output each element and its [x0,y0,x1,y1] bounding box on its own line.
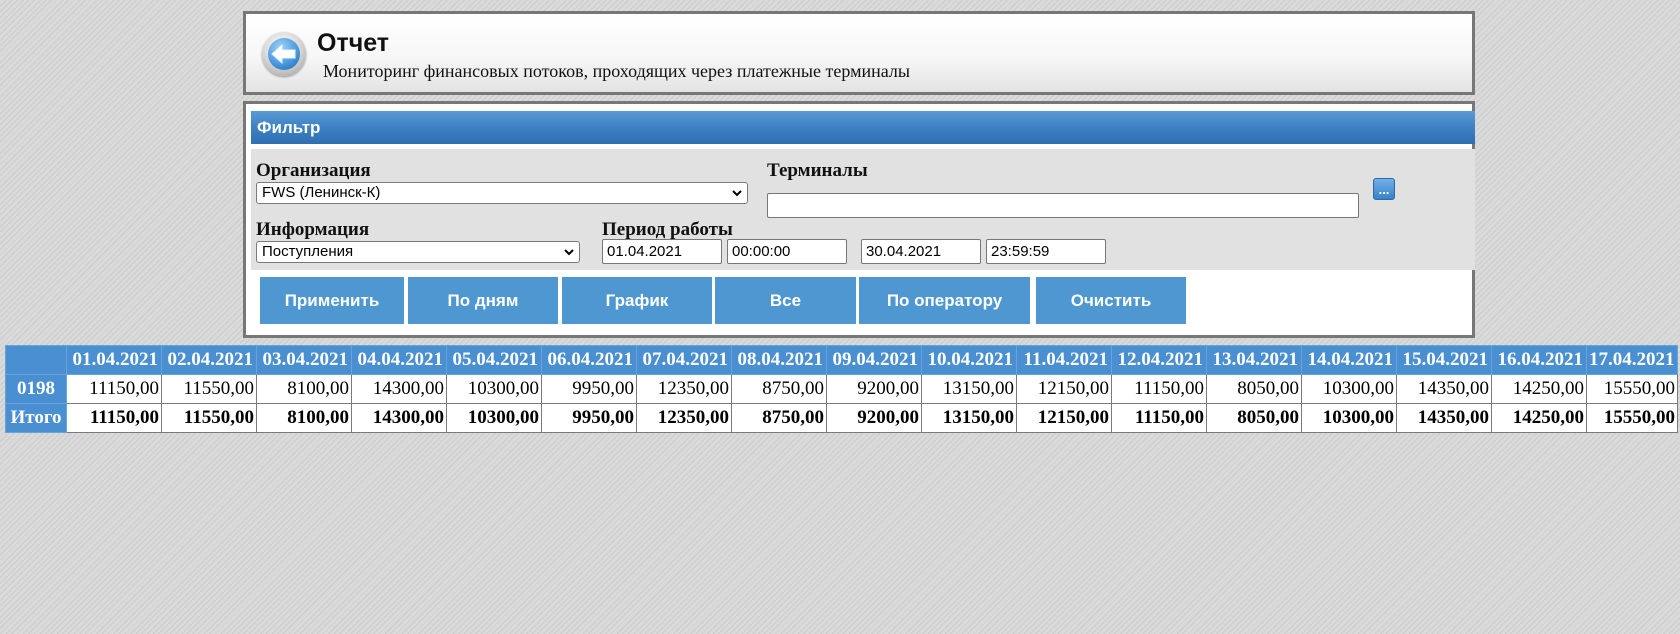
table-cell: 14350,00 [1396,403,1492,433]
organization-label: Организация [256,160,371,181]
apply-button[interactable]: Применить [260,277,404,324]
page-title: Отчет [317,29,390,57]
chevron-down-icon [564,249,574,256]
terminals-input[interactable] [767,193,1359,218]
row-label: 0198 [5,374,67,404]
clear-button[interactable]: Очистить [1036,277,1186,324]
table-cell: 11550,00 [161,403,257,433]
arrow-left-icon [271,43,296,65]
column-header: 11.04.2021 [1016,345,1112,375]
back-arrow-icon[interactable] [262,32,306,76]
total-row: Итого 11150,00 11550,00 8100,00 14300,00… [5,403,1678,433]
table-cell: 8750,00 [731,374,827,404]
table-cell: 9950,00 [541,374,637,404]
organization-select[interactable]: FWS (Ленинск-К) [256,182,748,204]
table-cell: 8100,00 [256,403,352,433]
by-operator-button[interactable]: По оператору [859,277,1030,324]
organization-value: FWS (Ленинск-К) [262,184,381,201]
table-cell: 8050,00 [1206,403,1302,433]
table-cell: 9200,00 [826,374,922,404]
column-header: 09.04.2021 [826,345,922,375]
table-cell: 14300,00 [351,374,447,404]
by-days-button[interactable]: По дням [408,277,558,324]
column-header: 14.04.2021 [1301,345,1397,375]
table-cell: 13150,00 [921,374,1017,404]
column-header: 12.04.2021 [1111,345,1207,375]
column-header: 07.04.2021 [636,345,732,375]
table-cell: 14250,00 [1491,403,1587,433]
table-cell: 11550,00 [161,374,257,404]
date-from-input[interactable]: 01.04.2021 [602,239,722,264]
table-cell: 9200,00 [826,403,922,433]
column-header: 16.04.2021 [1491,345,1587,375]
all-button[interactable]: Все [715,277,856,324]
table-cell: 11150,00 [1111,374,1207,404]
report-table: 01.04.2021 02.04.2021 03.04.2021 04.04.2… [5,345,1678,433]
page-subtitle: Мониторинг финансовых потоков, проходящи… [323,61,910,81]
column-header: 06.04.2021 [541,345,637,375]
date-to-input[interactable]: 30.04.2021 [861,239,981,264]
table-cell: 8100,00 [256,374,352,404]
table-cell: 15550,00 [1586,374,1678,404]
table-row: 0198 11150,00 11550,00 8100,00 14300,00 … [5,374,1678,404]
corner-cell [5,345,67,375]
table-cell: 11150,00 [66,403,162,433]
filter-fields: Организация FWS (Ленинск-К) Терминалы ..… [251,149,1475,270]
terminals-select-button[interactable]: ... [1373,178,1395,200]
filter-panel: Фильтр Организация FWS (Ленинск-К) Терми… [243,101,1475,338]
table-cell: 10300,00 [446,374,542,404]
table-cell: 12150,00 [1016,374,1112,404]
table-cell: 14350,00 [1396,374,1492,404]
table-cell: 12150,00 [1016,403,1112,433]
table-cell: 11150,00 [66,374,162,404]
chart-button[interactable]: График [562,277,712,324]
table-cell: 8750,00 [731,403,827,433]
table-cell: 10300,00 [1301,403,1397,433]
column-header: 13.04.2021 [1206,345,1302,375]
column-header: 03.04.2021 [256,345,352,375]
filter-title: Фильтр [251,111,1475,144]
column-header: 05.04.2021 [446,345,542,375]
info-value: Поступления [262,243,354,260]
info-label: Информация [256,219,370,240]
report-header: Отчет Мониторинг финансовых потоков, про… [243,11,1475,95]
table-cell: 14300,00 [351,403,447,433]
table-cell: 8050,00 [1206,374,1302,404]
table-cell: 13150,00 [921,403,1017,433]
chevron-down-icon [732,190,742,197]
table-cell: 12350,00 [636,374,732,404]
time-from-input[interactable]: 00:00:00 [727,239,847,264]
table-header-row: 01.04.2021 02.04.2021 03.04.2021 04.04.2… [5,345,1678,375]
column-header: 04.04.2021 [351,345,447,375]
table-cell: 14250,00 [1491,374,1587,404]
column-header: 15.04.2021 [1396,345,1492,375]
terminals-label: Терминалы [767,160,868,181]
table-cell: 15550,00 [1586,403,1678,433]
table-cell: 12350,00 [636,403,732,433]
period-label: Период работы [602,219,733,240]
table-cell: 10300,00 [446,403,542,433]
table-cell: 11150,00 [1111,403,1207,433]
info-select[interactable]: Поступления [256,241,580,263]
table-cell: 9950,00 [541,403,637,433]
row-label: Итого [5,403,67,433]
column-header: 17.04.2021 [1586,345,1678,375]
column-header: 08.04.2021 [731,345,827,375]
column-header: 10.04.2021 [921,345,1017,375]
column-header: 01.04.2021 [66,345,162,375]
column-header: 02.04.2021 [161,345,257,375]
table-cell: 10300,00 [1301,374,1397,404]
time-to-input[interactable]: 23:59:59 [986,239,1106,264]
